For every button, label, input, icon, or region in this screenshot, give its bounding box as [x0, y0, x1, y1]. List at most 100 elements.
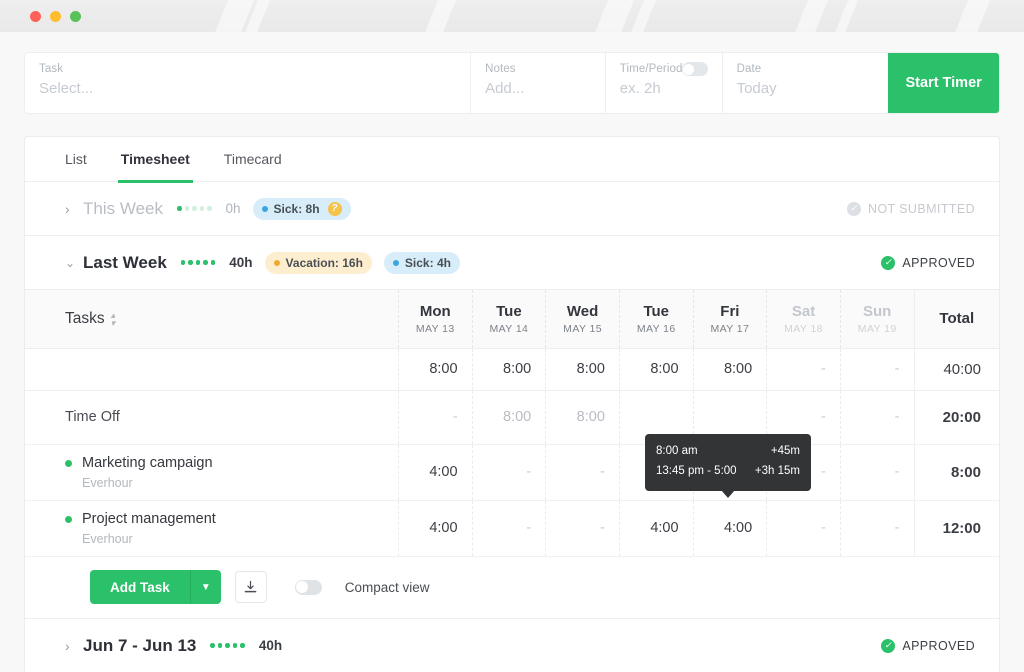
tab-timecard[interactable]: Timecard — [224, 137, 282, 182]
cell-project-3[interactable]: 4:00 — [619, 500, 693, 556]
cell-time-off-1[interactable]: 8:00 — [472, 390, 546, 444]
column-header-day-0[interactable]: Mon MAY 13 — [398, 290, 472, 348]
maximize-button[interactable] — [70, 11, 81, 22]
row-name-cell-project-management[interactable]: Project management Everhour — [25, 500, 398, 556]
column-header-day-4[interactable]: Fri MAY 17 — [693, 290, 767, 348]
minimize-button[interactable] — [50, 11, 61, 22]
add-task-button[interactable]: Add Task ▼ — [90, 570, 221, 604]
summary-cell-0[interactable]: 8:00 — [398, 348, 472, 390]
column-header-tasks[interactable]: Tasks ▴▾ — [25, 290, 398, 348]
cell-marketing-0[interactable]: 4:00 — [398, 444, 472, 500]
cell-project-5[interactable]: - — [767, 500, 841, 556]
column-header-day-1[interactable]: Tue MAY 14 — [472, 290, 546, 348]
chip-label: Sick: 4h — [405, 256, 451, 270]
chip-dot-icon — [274, 260, 280, 266]
cell-project-1[interactable]: - — [472, 500, 546, 556]
week-hours: 40h — [229, 255, 252, 270]
collapse-chevron-down-icon[interactable]: ⌄ — [65, 257, 81, 269]
check-circle-icon: ✓ — [881, 256, 895, 270]
week-row-jun-7-jun-13[interactable]: › Jun 7 - Jun 13 40h ✓ APPROVED — [25, 619, 999, 672]
column-header-day-2[interactable]: Wed MAY 15 — [546, 290, 620, 348]
date-field[interactable]: Date Today — [722, 53, 889, 113]
day-name: Tue — [620, 303, 693, 320]
tooltip-left-1: 8:00 am — [656, 442, 698, 462]
tasks-header-label: Tasks — [65, 310, 105, 328]
download-button[interactable] — [235, 571, 267, 603]
summary-cell-5[interactable]: - — [767, 348, 841, 390]
window-titlebar — [0, 0, 1024, 32]
column-header-day-6[interactable]: Sun MAY 19 — [840, 290, 914, 348]
timesheet-card: List Timesheet Timecard › This Week 0h S… — [24, 136, 1000, 672]
column-header-day-5[interactable]: Sat MAY 18 — [767, 290, 841, 348]
cell-time-off-0[interactable]: - — [398, 390, 472, 444]
summary-cell-3[interactable]: 8:00 — [619, 348, 693, 390]
cell-project-4[interactable]: 4:00 — [693, 500, 767, 556]
time-period-field[interactable]: Time/Period ex. 2h — [605, 53, 722, 113]
row-name-cell-marketing-campaign[interactable]: Marketing campaign Everhour — [25, 444, 398, 500]
summary-cell-4[interactable]: 8:00 — [693, 348, 767, 390]
tooltip-right-1: +45m — [771, 442, 800, 462]
week-row-last-week[interactable]: ⌄ Last Week 40h Vacation: 16h Sick: 4h ✓… — [25, 236, 999, 290]
week-title: Last Week — [83, 253, 167, 273]
download-icon — [243, 580, 258, 595]
expand-chevron-right-icon[interactable]: › — [65, 639, 81, 653]
help-question-icon[interactable]: ? — [328, 202, 342, 216]
chip-label: Vacation: 16h — [286, 256, 363, 270]
status-badge-not-submitted: ✓ NOT SUBMITTED — [847, 202, 975, 216]
day-name: Mon — [399, 303, 472, 320]
column-header-total: Total — [914, 290, 999, 348]
day-date: MAY 13 — [399, 323, 472, 335]
tab-timesheet[interactable]: Timesheet — [121, 137, 190, 182]
cell-marketing-2[interactable]: - — [546, 444, 620, 500]
chevron-down-icon[interactable]: ▼ — [190, 570, 221, 604]
notes-field-label: Notes — [485, 63, 605, 75]
chip-vacation[interactable]: Vacation: 16h — [265, 252, 372, 274]
status-label: NOT SUBMITTED — [868, 202, 975, 216]
notes-field[interactable]: Notes Add... — [470, 53, 605, 113]
start-timer-button[interactable]: Start Timer — [888, 53, 999, 113]
check-circle-icon: ✓ — [847, 202, 861, 216]
cell-time-off-6[interactable]: - — [840, 390, 914, 444]
app-window: Task Select... Notes Add... Time/Period … — [0, 0, 1024, 672]
table-row-week-summary: 8:00 8:00 8:00 8:00 8:00 - - 40:00 — [25, 348, 999, 390]
chip-sick[interactable]: Sick: 4h — [384, 252, 460, 274]
day-name: Fri — [694, 303, 767, 320]
status-badge-approved: ✓ APPROVED — [881, 256, 975, 270]
compact-view-toggle[interactable] — [295, 580, 322, 595]
task-field-label: Task — [39, 63, 470, 75]
task-field-value: Select... — [39, 80, 470, 97]
task-field[interactable]: Task Select... — [25, 53, 470, 113]
week-progress-dots — [177, 206, 212, 211]
column-header-day-3[interactable]: Tue MAY 16 — [619, 290, 693, 348]
day-date: MAY 19 — [841, 323, 914, 335]
window-controls[interactable] — [30, 11, 81, 22]
week-title: Jun 7 - Jun 13 — [83, 636, 196, 656]
expand-chevron-right-icon[interactable]: › — [65, 202, 81, 216]
timer-bar: Task Select... Notes Add... Time/Period … — [24, 52, 1000, 114]
table-row: Marketing campaign Everhour 4:00 - - - 4… — [25, 444, 999, 500]
status-label: APPROVED — [902, 639, 975, 653]
cell-project-6[interactable]: - — [840, 500, 914, 556]
summary-cell-6[interactable]: - — [840, 348, 914, 390]
tooltip-left-2: 13:45 pm - 5:00 — [656, 462, 737, 482]
cell-marketing-6[interactable]: - — [840, 444, 914, 500]
timesheet-header: Tasks ▴▾ Mon MAY 13 Tue MAY 14 — [25, 290, 999, 348]
compact-view-label: Compact view — [345, 580, 430, 595]
week-hours: 40h — [259, 638, 282, 653]
time-period-toggle[interactable] — [682, 62, 708, 76]
chip-label: Sick: 8h — [274, 202, 320, 216]
sort-updown-icon[interactable]: ▴▾ — [111, 311, 116, 327]
chip-sick[interactable]: Sick: 8h ? — [253, 198, 351, 220]
summary-cell-1[interactable]: 8:00 — [472, 348, 546, 390]
cell-marketing-1[interactable]: - — [472, 444, 546, 500]
close-button[interactable] — [30, 11, 41, 22]
cell-project-2[interactable]: - — [546, 500, 620, 556]
day-date: MAY 18 — [767, 323, 840, 335]
check-circle-icon: ✓ — [881, 639, 895, 653]
tab-list[interactable]: List — [65, 137, 87, 182]
summary-cell-2[interactable]: 8:00 — [546, 348, 620, 390]
week-title: This Week — [83, 199, 163, 219]
week-row-this-week[interactable]: › This Week 0h Sick: 8h ? ✓ NOT SUBMITTE… — [25, 182, 999, 236]
cell-time-off-2[interactable]: 8:00 — [546, 390, 620, 444]
cell-project-0[interactable]: 4:00 — [398, 500, 472, 556]
